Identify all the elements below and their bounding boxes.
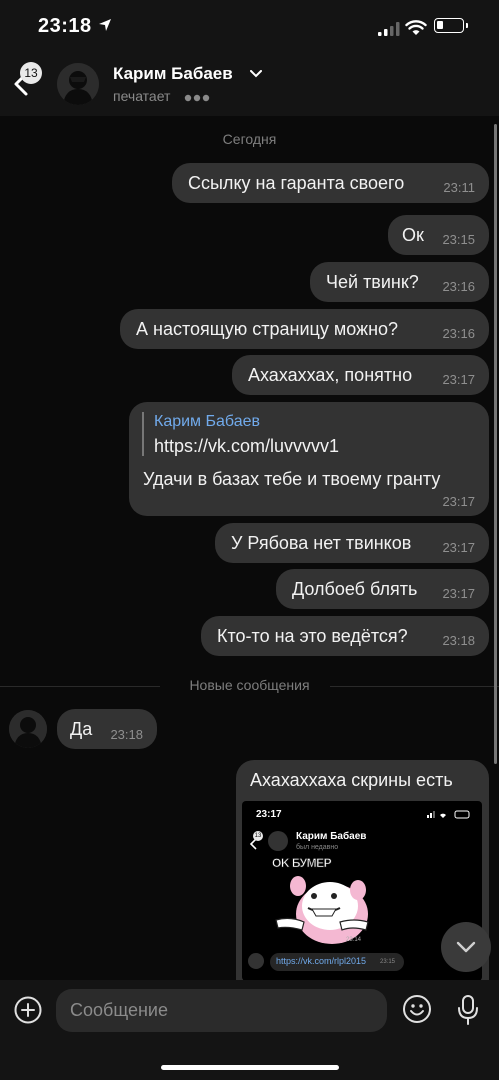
shot-status: был недавно [296, 844, 339, 851]
chevron-down-icon [456, 941, 476, 953]
message-text: Ахахаххаха скрины есть [250, 770, 453, 790]
message-time: 23:11 [443, 180, 475, 195]
outgoing-message[interactable]: Ссылку на гаранта своего 23:11 [172, 163, 489, 203]
wifi-icon [405, 20, 427, 35]
shot-time: 23:17 [256, 809, 282, 820]
battery-icon [434, 18, 468, 33]
shot-badge: 13 [253, 831, 263, 841]
message-input[interactable] [56, 989, 387, 1032]
message-time: 23:17 [442, 372, 475, 387]
status-time: 23:18 [38, 15, 92, 37]
message-text: Удачи в базах тебе и твоему гранту [143, 469, 441, 489]
outgoing-message[interactable]: Ок 23:15 [388, 215, 489, 255]
message-time: 23:17 [442, 540, 475, 555]
new-messages-label: Новые сообщения [189, 677, 310, 693]
shot-incoming-avatar [248, 953, 264, 969]
date-separator: Сегодня [222, 131, 277, 147]
microphone-icon[interactable] [456, 994, 480, 1026]
message-time: 23:15 [442, 232, 475, 247]
sticker-caption: OK БУМЕР [272, 856, 332, 871]
avatar[interactable] [57, 63, 99, 105]
chevron-down-icon[interactable] [250, 70, 262, 78]
message-text: У Рябова нет твинков [231, 533, 412, 553]
outgoing-message[interactable]: Кто-то на это ведётся? 23:18 [201, 616, 489, 656]
message-text: Кто-то на это ведётся? [217, 626, 408, 646]
attach-plus-icon[interactable] [14, 996, 42, 1024]
scrollbar[interactable] [494, 124, 497, 764]
typing-dots-icon [184, 94, 210, 102]
shot-avatar [268, 831, 288, 851]
shot-link: https://vk.com/rlpl2015 [276, 956, 367, 966]
message-time: 23:18 [442, 633, 475, 648]
message-time: 23:16 [442, 326, 475, 341]
typing-status: печатает [113, 88, 171, 104]
message-time: 23:16 [442, 279, 475, 294]
outgoing-message[interactable]: А настоящую страницу можно? 23:16 [120, 309, 489, 349]
message-text: Ок [402, 225, 424, 245]
message-time: 23:18 [110, 727, 143, 742]
shot-link-time: 23:15 [380, 959, 396, 965]
shot-status-icons [427, 810, 470, 819]
sticker-time: 23:14 [346, 937, 362, 943]
contact-name[interactable]: Карим Бабаев [113, 64, 233, 84]
new-messages-separator: Новые сообщения [0, 677, 499, 695]
message-time: 23:17 [442, 586, 475, 601]
quote-link[interactable]: https://vk.com/luvvvvv1 [154, 436, 339, 457]
message-text: Ссылку на гаранта своего [188, 173, 405, 193]
scroll-down-button[interactable] [441, 922, 491, 972]
message-text: Долбоеб блять [292, 579, 418, 599]
message-text: Чей твинк? [326, 272, 419, 292]
shot-name: Карим Бабаев [296, 831, 367, 842]
signal-icon [378, 22, 400, 36]
avatar[interactable] [9, 710, 47, 748]
outgoing-message[interactable]: Чей твинк? 23:16 [310, 262, 489, 302]
message-text: Ахахаххах, понятно [248, 365, 413, 385]
message-text: Да [70, 719, 93, 739]
outgoing-message[interactable]: Долбоеб блять 23:17 [276, 569, 489, 609]
unread-badge[interactable]: 13 [20, 62, 42, 84]
sticker-image [275, 876, 369, 944]
emoji-icon[interactable] [402, 994, 432, 1024]
quote-bar [142, 412, 144, 456]
home-indicator[interactable] [161, 1065, 339, 1070]
incoming-message[interactable]: Да 23:18 [57, 709, 157, 749]
outgoing-message[interactable]: Ахахаххах, понятно 23:17 [232, 355, 489, 395]
message-text: А настоящую страницу можно? [136, 319, 399, 339]
quote-author[interactable]: Карим Бабаев [154, 413, 260, 431]
outgoing-message[interactable]: У Рябова нет твинков 23:17 [215, 523, 489, 563]
shot-link-bubble: https://vk.com/rlpl2015 23:15 [270, 953, 404, 971]
message-time: 23:17 [442, 494, 475, 509]
outgoing-reply-message[interactable]: Карим Бабаев https://vk.com/luvvvvv1 Уда… [129, 402, 489, 516]
location-icon [99, 19, 111, 31]
